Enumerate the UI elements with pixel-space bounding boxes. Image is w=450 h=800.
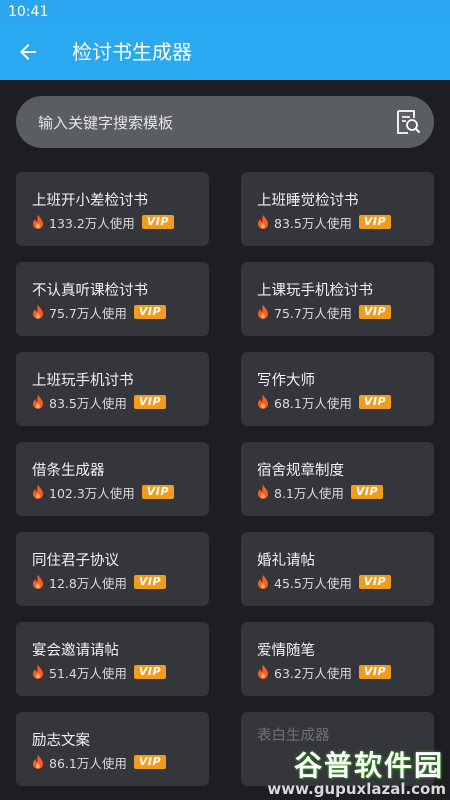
- vip-badge: VIP: [358, 215, 392, 229]
- status-time: 10:41: [8, 4, 49, 20]
- template-card[interactable]: 励志文案 86.1万人使用 VIP: [16, 712, 209, 786]
- usage-count: 68.1万人使用: [274, 395, 352, 411]
- template-name: 借条生成器: [32, 463, 105, 479]
- template-meta: 68.1万人使用 VIP: [257, 393, 392, 411]
- template-meta: 83.5万人使用 VIP: [257, 213, 392, 231]
- vip-badge: VIP: [141, 215, 174, 229]
- template-card[interactable]: 爱情随笔 63.2万人使用 VIP: [241, 622, 434, 696]
- usage-count: 86.1万人使用: [49, 755, 127, 771]
- usage-count: 8.1万人使用: [274, 485, 344, 501]
- template-card[interactable]: 上课玩手机检讨书 75.7万人使用 VIP: [241, 262, 434, 336]
- template-meta: 83.5万人使用 VIP: [32, 393, 167, 411]
- vip-badge: VIP: [358, 395, 392, 409]
- template-name: 表白生成器: [257, 728, 330, 744]
- template-card[interactable]: 宿舍规章制度 8.1万人使用 VIP: [241, 442, 434, 516]
- template-card[interactable]: 宴会邀请请帖 51.4万人使用 VIP: [16, 622, 209, 696]
- template-meta: 45.5万人使用 VIP: [257, 573, 392, 591]
- usage-count: 12.8万人使用: [49, 575, 127, 591]
- usage-count: 83.5万人使用: [49, 395, 127, 411]
- vip-badge: VIP: [350, 485, 384, 499]
- status-bar: 10:41: [0, 0, 450, 24]
- template-meta: 75.7万人使用 VIP: [32, 303, 167, 321]
- vip-badge: VIP: [133, 395, 167, 409]
- template-name: 励志文案: [32, 733, 90, 749]
- template-card[interactable]: 表白生成器: [241, 712, 434, 786]
- fire-icon: [33, 664, 43, 679]
- template-name: 爱情随笔: [257, 643, 315, 659]
- template-card[interactable]: 上班睡觉检讨书 83.5万人使用 VIP: [241, 172, 434, 246]
- usage-count: 63.2万人使用: [274, 665, 352, 681]
- template-meta: 63.2万人使用 VIP: [257, 663, 392, 681]
- template-meta: 86.1万人使用 VIP: [32, 753, 167, 771]
- template-name: 不认真听课检讨书: [32, 283, 148, 299]
- template-card[interactable]: 上班开小差检讨书 133.2万人使用 VIP: [16, 172, 209, 246]
- template-meta: 51.4万人使用 VIP: [32, 663, 167, 681]
- template-card[interactable]: 不认真听课检讨书 75.7万人使用 VIP: [16, 262, 209, 336]
- page-title: 检讨书生成器: [72, 40, 192, 64]
- fire-icon: [33, 304, 43, 319]
- template-meta: 12.8万人使用 VIP: [32, 573, 167, 591]
- vip-badge: VIP: [133, 755, 167, 769]
- template-meta: 8.1万人使用 VIP: [257, 483, 384, 501]
- arrow-left-icon[interactable]: [16, 40, 40, 64]
- template-name: 上班睡觉检讨书: [257, 193, 359, 209]
- vip-badge: VIP: [358, 575, 392, 589]
- template-meta: 102.3万人使用 VIP: [32, 483, 174, 501]
- template-name: 宿舍规章制度: [257, 463, 344, 479]
- template-card[interactable]: 写作大师 68.1万人使用 VIP: [241, 352, 434, 426]
- template-card[interactable]: 借条生成器 102.3万人使用 VIP: [16, 442, 209, 516]
- template-card[interactable]: 同住君子协议 12.8万人使用 VIP: [16, 532, 209, 606]
- fire-icon: [33, 214, 43, 229]
- template-name: 写作大师: [257, 373, 315, 389]
- usage-count: 133.2万人使用: [49, 215, 135, 231]
- template-name: 婚礼请帖: [257, 553, 315, 569]
- usage-count: 102.3万人使用: [49, 485, 135, 501]
- fire-icon: [258, 574, 268, 589]
- usage-count: 45.5万人使用: [274, 575, 352, 591]
- fire-icon: [33, 574, 43, 589]
- template-name: 上班玩手机讨书: [32, 373, 134, 389]
- vip-badge: VIP: [358, 305, 392, 319]
- fire-icon: [258, 304, 268, 319]
- template-name: 同住君子协议: [32, 553, 119, 569]
- search-input[interactable]: [36, 96, 380, 150]
- fire-icon: [33, 394, 43, 409]
- vip-badge: VIP: [133, 575, 167, 589]
- template-card[interactable]: 上班玩手机讨书 83.5万人使用 VIP: [16, 352, 209, 426]
- search-document-icon[interactable]: [394, 108, 422, 136]
- template-meta: 75.7万人使用 VIP: [257, 303, 392, 321]
- template-name: 宴会邀请请帖: [32, 643, 119, 659]
- fire-icon: [33, 754, 43, 769]
- vip-badge: VIP: [358, 665, 392, 679]
- usage-count: 51.4万人使用: [49, 665, 127, 681]
- fire-icon: [258, 394, 268, 409]
- vip-badge: VIP: [133, 305, 167, 319]
- app-bar: 检讨书生成器: [0, 24, 450, 80]
- template-name: 上班开小差检讨书: [32, 193, 148, 209]
- search-bar: [16, 96, 434, 150]
- fire-icon: [258, 484, 268, 499]
- fire-icon: [33, 484, 43, 499]
- template-card[interactable]: 婚礼请帖 45.5万人使用 VIP: [241, 532, 434, 606]
- vip-badge: VIP: [141, 485, 174, 499]
- template-name: 上课玩手机检讨书: [257, 283, 373, 299]
- usage-count: 75.7万人使用: [274, 305, 352, 321]
- usage-count: 83.5万人使用: [274, 215, 352, 231]
- fire-icon: [258, 664, 268, 679]
- usage-count: 75.7万人使用: [49, 305, 127, 321]
- fire-icon: [258, 214, 268, 229]
- vip-badge: VIP: [133, 665, 167, 679]
- template-meta: 133.2万人使用 VIP: [32, 213, 174, 231]
